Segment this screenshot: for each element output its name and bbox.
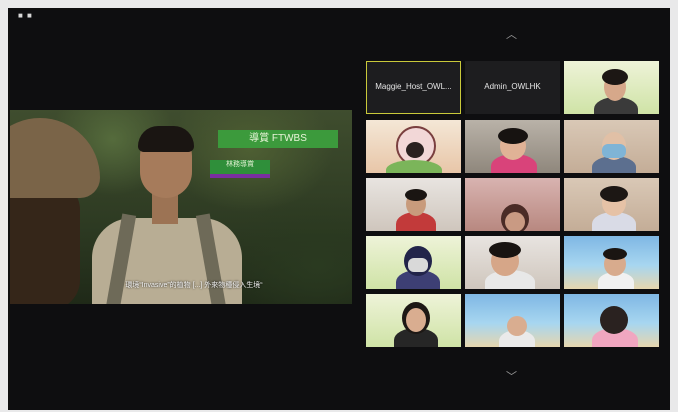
participant-video[interactable] (465, 120, 560, 173)
participant-tile[interactable]: Admin_OWLHK (465, 61, 560, 114)
name-caption: 導賞 FTWBS (218, 130, 338, 148)
shared-screen[interactable]: 導賞 FTWBS 林務導賞 環境“Invasive”的植物 [...] 外來物種… (10, 110, 352, 304)
participant-name: Admin_OWLHK (484, 82, 541, 91)
participant-video[interactable] (366, 120, 461, 173)
participant-video[interactable] (366, 178, 461, 231)
participant-video[interactable] (564, 178, 659, 231)
presenter-hair (138, 126, 194, 152)
chevron-up-icon[interactable]: ︿ (506, 26, 517, 42)
participant-video[interactable] (564, 120, 659, 173)
role-caption: 林務導賞 (210, 160, 270, 178)
participant-name: Maggie_Host_OWL... (375, 82, 452, 91)
participant-video[interactable] (465, 178, 560, 231)
video-subtitle: 環境“Invasive”的植物 [...] 外來物種侵入生境“ (125, 282, 263, 289)
chevron-down-icon[interactable]: ﹀ (506, 368, 517, 384)
participant-video[interactable] (564, 61, 659, 114)
participant-video[interactable] (366, 236, 461, 289)
participant-video[interactable] (564, 236, 659, 289)
participant-video[interactable] (366, 294, 461, 347)
participant-video[interactable] (465, 294, 560, 347)
foreground-person (10, 180, 80, 304)
participant-video[interactable] (465, 236, 560, 289)
participant-video[interactable] (564, 294, 659, 347)
meeting-window: ■ ■ 導賞 FTWBS 林務導賞 環境“Invasive”的植物 [...] … (8, 8, 670, 410)
window-corner-text: ■ ■ (18, 11, 33, 20)
participant-tile[interactable]: Maggie_Host_OWL... (366, 61, 461, 114)
